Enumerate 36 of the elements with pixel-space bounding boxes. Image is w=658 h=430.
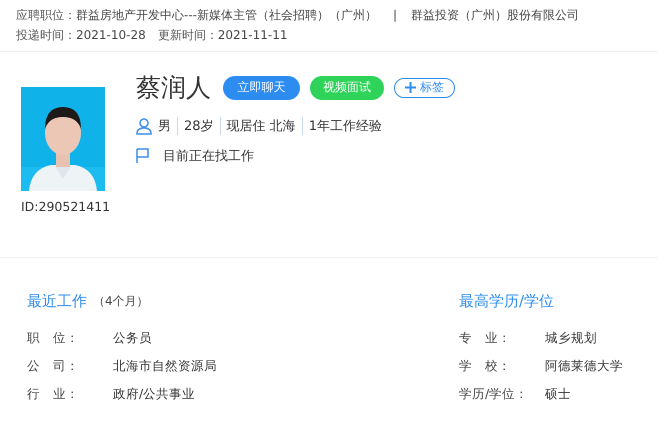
person-icon — [136, 118, 152, 134]
field-value: 公务员 — [113, 330, 152, 347]
profile-fact: 男 — [158, 118, 172, 135]
separator-text: | — [393, 8, 398, 22]
company-name: 群益投资（广州）股份有限公司 — [411, 8, 580, 22]
field-value: 政府/公共事业 — [113, 386, 196, 403]
field-label: 更新时间： — [158, 28, 218, 42]
field-label: 学 校： — [458, 358, 512, 375]
plus-icon — [405, 82, 416, 93]
user-id: ID:290521411 — [21, 199, 112, 214]
job-status: 目前正在找工作 — [163, 148, 254, 165]
section-title: 最高学历/学位 — [458, 292, 554, 310]
field-label: 公 司： — [27, 358, 80, 375]
field-label: 职 位： — [27, 330, 80, 347]
field-label: 学历/学位： — [458, 386, 530, 403]
profile-fact: 现居住 北海 — [220, 117, 302, 135]
video-button[interactable]: 视频面试 — [310, 76, 384, 100]
field-label: 行 业： — [27, 386, 80, 403]
field-label: 应聘职位： — [16, 8, 76, 22]
field-value: 城乡规划 — [544, 330, 597, 347]
job-position: 群益房地产开发中心---新媒体主管（社会招聘）（广州） — [76, 8, 377, 22]
section-title: 最近工作 — [27, 292, 87, 310]
field-value: 硕士 — [544, 386, 571, 403]
field-label: 专 业： — [458, 330, 512, 347]
tag-button[interactable]: 标签 — [394, 78, 455, 98]
date-value: 2021-10-28 — [76, 28, 146, 42]
chat-button[interactable]: 立即聊天 — [223, 76, 300, 100]
field-label: 投递时间： — [16, 28, 76, 42]
profile-fact: 1年工作经验 — [302, 117, 388, 135]
date-value: 2021-11-11 — [218, 28, 288, 42]
field-value: 北海市自然资源局 — [113, 358, 217, 375]
candidate-name: 蔡润人 — [136, 72, 211, 104]
profile-fact: 28岁 — [177, 117, 220, 135]
field-value: 阿德莱德大学 — [544, 358, 623, 375]
duration-text: （4个月） — [93, 292, 149, 310]
flag-icon — [136, 148, 150, 164]
